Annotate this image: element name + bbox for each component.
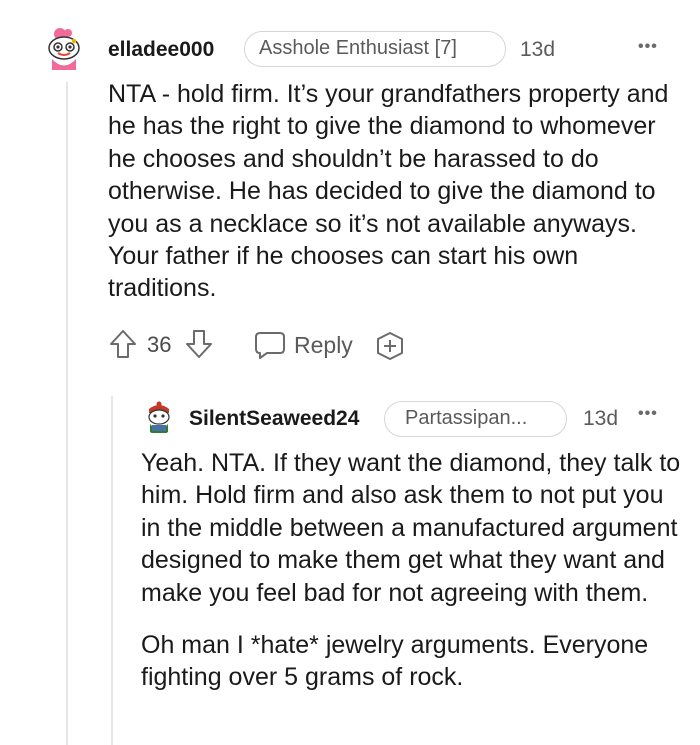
thread-line	[66, 82, 68, 745]
vote-count: 36	[147, 332, 172, 357]
avatar[interactable]	[40, 26, 88, 74]
comment-bubble-icon	[255, 332, 285, 359]
reply-more-options-icon[interactable]: •••	[638, 403, 658, 425]
upvote-icon	[110, 330, 136, 358]
user-flair: Asshole Enthusiast [7]	[244, 31, 506, 67]
snoo-avatar-icon	[143, 401, 175, 434]
comment-username[interactable]: elladee000	[108, 36, 214, 64]
downvote-button[interactable]	[184, 328, 214, 360]
reply-user-flair: Partassipan...	[384, 401, 567, 437]
comment-body: NTA - hold firm. It’s your grandfathers …	[108, 80, 669, 303]
reply-username[interactable]: SilentSeaweed24	[189, 405, 359, 433]
reply-avatar[interactable]	[143, 401, 175, 435]
reply-paragraph: Oh man I *hate* jewelry arguments. Every…	[141, 631, 649, 692]
reply-body: Yeah. NTA. If they want the diamond, the…	[141, 447, 681, 694]
reply-age: 13d	[583, 407, 619, 430]
reply-button[interactable]: Reply	[254, 330, 353, 360]
reply-paragraph: Yeah. NTA. If they want the diamond, the…	[141, 449, 681, 607]
upvote-button[interactable]	[108, 328, 138, 360]
reply-thread-line	[111, 396, 113, 745]
comment-age: 13d	[520, 38, 556, 61]
reply-label: Reply	[294, 332, 353, 358]
award-button[interactable]	[374, 330, 406, 362]
downvote-icon	[186, 330, 212, 358]
snoo-avatar-icon	[40, 26, 88, 74]
more-options-icon[interactable]: •••	[638, 36, 658, 58]
award-plus-icon	[377, 332, 403, 360]
